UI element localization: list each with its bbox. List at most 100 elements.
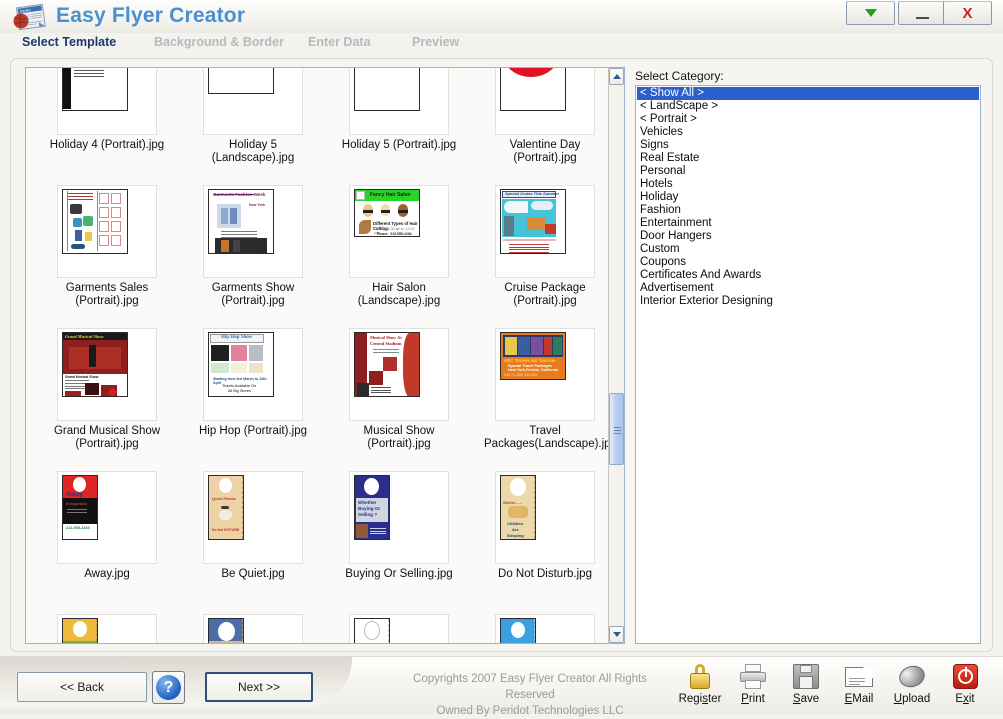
tool-label: Exit <box>955 693 975 705</box>
template-card[interactable]: Day Valentine Day (Portrait).jpg <box>495 68 595 164</box>
template-item[interactable]: ABC Travels && Tourism Special Travel Pac… <box>472 328 610 471</box>
floppy-disk-icon <box>790 661 822 692</box>
scroll-down-button[interactable] <box>609 626 624 643</box>
template-card[interactable]: Privacy <box>203 614 303 643</box>
thumbnail-art <box>355 68 419 110</box>
template-card[interactable]: Special Cruise This Summer Cruise Package… <box>495 185 595 307</box>
print-button[interactable]: Print <box>727 661 779 711</box>
tool-label: Save <box>792 693 820 705</box>
template-thumbnail: Hip Hop Show Starting from 3rd March to 1… <box>208 332 274 397</box>
close-button[interactable]: X <box>943 1 992 25</box>
template-item[interactable]: Day Valentine Day (Portrait).jpg <box>472 68 610 185</box>
template-scroll-area[interactable]: Holiday 4 (Portrait).jpg Holiday 5 (Lands… <box>26 68 610 643</box>
category-item[interactable]: Advertisement <box>637 282 979 295</box>
category-item[interactable]: Real Estate <box>637 152 979 165</box>
email-button[interactable]: EMail <box>833 661 885 711</box>
category-item[interactable]: Vehicles <box>637 126 979 139</box>
template-card[interactable]: Grand Musical Show Grand Musical Show Gran… <box>54 328 160 450</box>
category-item[interactable]: Custom <box>637 243 979 256</box>
category-item[interactable]: Personal <box>637 165 979 178</box>
template-item[interactable]: Hip Hop Show Starting from 3rd March to 1… <box>180 328 326 471</box>
template-row: Add to buildYour home Privacy SoldOut !Sal… <box>26 614 610 643</box>
template-card[interactable]: Holiday 5 (Portrait).jpg <box>342 68 456 151</box>
category-list[interactable]: < Show All > < LandScape > < Portrait > Veh… <box>635 85 981 644</box>
category-item[interactable]: < Portrait > <box>637 113 979 126</box>
category-item[interactable]: Entertainment <box>637 217 979 230</box>
template-thumbnail: Privacy <box>208 618 244 643</box>
thumbnail-art: Grand Musical Show Grand Musical Show <box>63 333 127 396</box>
exit-button[interactable]: Exit <box>939 661 991 711</box>
template-label: Buying Or Selling.jpg <box>345 568 453 580</box>
template-item[interactable] <box>472 614 610 643</box>
template-item[interactable]: Quiet Please Do Not DISTURB Be Quiet.jpg <box>180 471 326 614</box>
template-card[interactable]: Garments Fashion WeekNew YorkMain Hall C… <box>203 185 303 307</box>
scroll-up-button[interactable] <box>609 68 624 85</box>
category-item[interactable]: < Show All > <box>637 87 979 100</box>
template-item[interactable]: Musical Show At Central Stadium Musical Sh… <box>326 328 472 471</box>
template-card[interactable]: Shhhh...... Children Are Sleeping Do Not Dis… <box>495 471 595 580</box>
category-item[interactable]: Interior Exterior Designing <box>637 295 979 308</box>
template-item[interactable]: Special Cruise This Summer Cruise Package… <box>472 185 610 328</box>
template-card[interactable]: Hip Hop Show Starting from 3rd March to 1… <box>199 328 307 437</box>
step-enter-data[interactable]: Enter Data <box>308 35 371 49</box>
template-item[interactable]: SoldOut !Sales PersonABC Real Estate Age… <box>326 614 472 643</box>
template-card[interactable]: Garments Sales (Portrait).jpg <box>57 185 157 307</box>
back-button[interactable]: << Back <box>17 672 147 702</box>
next-button[interactable]: Next >> <box>205 672 313 702</box>
category-item[interactable]: Hotels <box>637 178 979 191</box>
template-item[interactable]: Add to buildYour home <box>34 614 180 643</box>
dropdown-button[interactable] <box>846 1 895 25</box>
template-thumbnail: Shhhh...... Children Are Sleeping <box>500 475 536 540</box>
template-card[interactable]: Musical Show At Central Stadium Musical Sh… <box>349 328 449 450</box>
template-card[interactable]: Holiday 4 (Portrait).jpg <box>50 68 164 151</box>
template-card[interactable] <box>495 614 595 643</box>
save-button[interactable]: Save <box>780 661 832 711</box>
category-item[interactable]: < LandScape > <box>637 100 979 113</box>
template-label: Garments Show (Portrait).jpg <box>211 282 295 307</box>
scrollbar-thumb[interactable] <box>609 393 624 465</box>
thumbnail-art: Musical Show At Central Stadium <box>355 333 419 396</box>
template-item[interactable]: Away If Important 212-555-1234 Away.jpg <box>34 471 180 614</box>
template-card[interactable]: Fancy Hair Salon Different Types of Hair … <box>349 185 449 307</box>
template-card[interactable]: Away If Important 212-555-1234 Away.jpg <box>57 471 157 580</box>
template-label: Holiday 4 (Portrait).jpg <box>49 139 165 151</box>
power-icon <box>949 661 981 692</box>
register-button[interactable]: Register <box>674 661 726 711</box>
lock-icon <box>684 661 716 692</box>
template-item[interactable]: Holiday 4 (Portrait).jpg <box>34 68 180 185</box>
template-thumbnail: Away If Important 212-555-1234 <box>62 475 98 540</box>
template-item[interactable]: Garments Sales (Portrait).jpg <box>34 185 180 328</box>
template-item[interactable]: Holiday 5 (Landscape).jpg <box>180 68 326 185</box>
template-item[interactable]: Whether Buying Or Selling ? Buying Or Selli… <box>326 471 472 614</box>
template-card[interactable]: ABC Travels && Tourism Special Travel Pac… <box>484 328 610 450</box>
template-card[interactable]: Whether Buying Or Selling ? Buying Or Selli… <box>345 471 453 580</box>
copyright-text: Copyrights 2007 Easy Flyer Creator All R… <box>394 671 666 719</box>
template-item[interactable]: Privacy <box>180 614 326 643</box>
category-item[interactable]: Fashion <box>637 204 979 217</box>
minimize-button[interactable] <box>898 1 947 25</box>
step-select-template[interactable]: Select Template <box>22 35 116 49</box>
step-background-border[interactable]: Background & Border <box>154 35 284 49</box>
template-item[interactable]: Shhhh...... Children Are Sleeping Do Not Dis… <box>472 471 610 614</box>
template-item[interactable]: Garments Fashion WeekNew YorkMain Hall C… <box>180 185 326 328</box>
template-item[interactable]: Grand Musical Show Grand Musical Show Gran… <box>34 328 180 471</box>
template-scrollbar[interactable] <box>608 68 624 643</box>
template-thumbnail: Musical Show At Central Stadium <box>354 332 420 397</box>
category-item[interactable]: Certificates And Awards <box>637 269 979 282</box>
upload-button[interactable]: Upload <box>886 661 938 711</box>
chevron-up-icon <box>612 74 621 79</box>
template-item[interactable]: Holiday 5 (Portrait).jpg <box>326 68 472 185</box>
step-preview[interactable]: Preview <box>412 35 459 49</box>
template-card[interactable]: Quiet Please Do Not DISTURB Be Quiet.jpg <box>203 471 303 580</box>
template-item[interactable]: Fancy Hair Salon Different Types of Hair … <box>326 185 472 328</box>
help-button[interactable]: ? <box>152 671 185 704</box>
category-item[interactable]: Signs <box>637 139 979 152</box>
template-card[interactable]: SoldOut !Sales PersonABC Real Estate Age… <box>349 614 449 643</box>
printer-icon <box>737 661 769 692</box>
category-item[interactable]: Coupons <box>637 256 979 269</box>
step-nav: Select Template Background & Border Ente… <box>0 33 1003 56</box>
category-item[interactable]: Door Hangers <box>637 230 979 243</box>
template-card[interactable]: Add to buildYour home <box>57 614 157 643</box>
template-card[interactable]: Holiday 5 (Landscape).jpg <box>203 68 303 164</box>
category-item[interactable]: Holiday <box>637 191 979 204</box>
